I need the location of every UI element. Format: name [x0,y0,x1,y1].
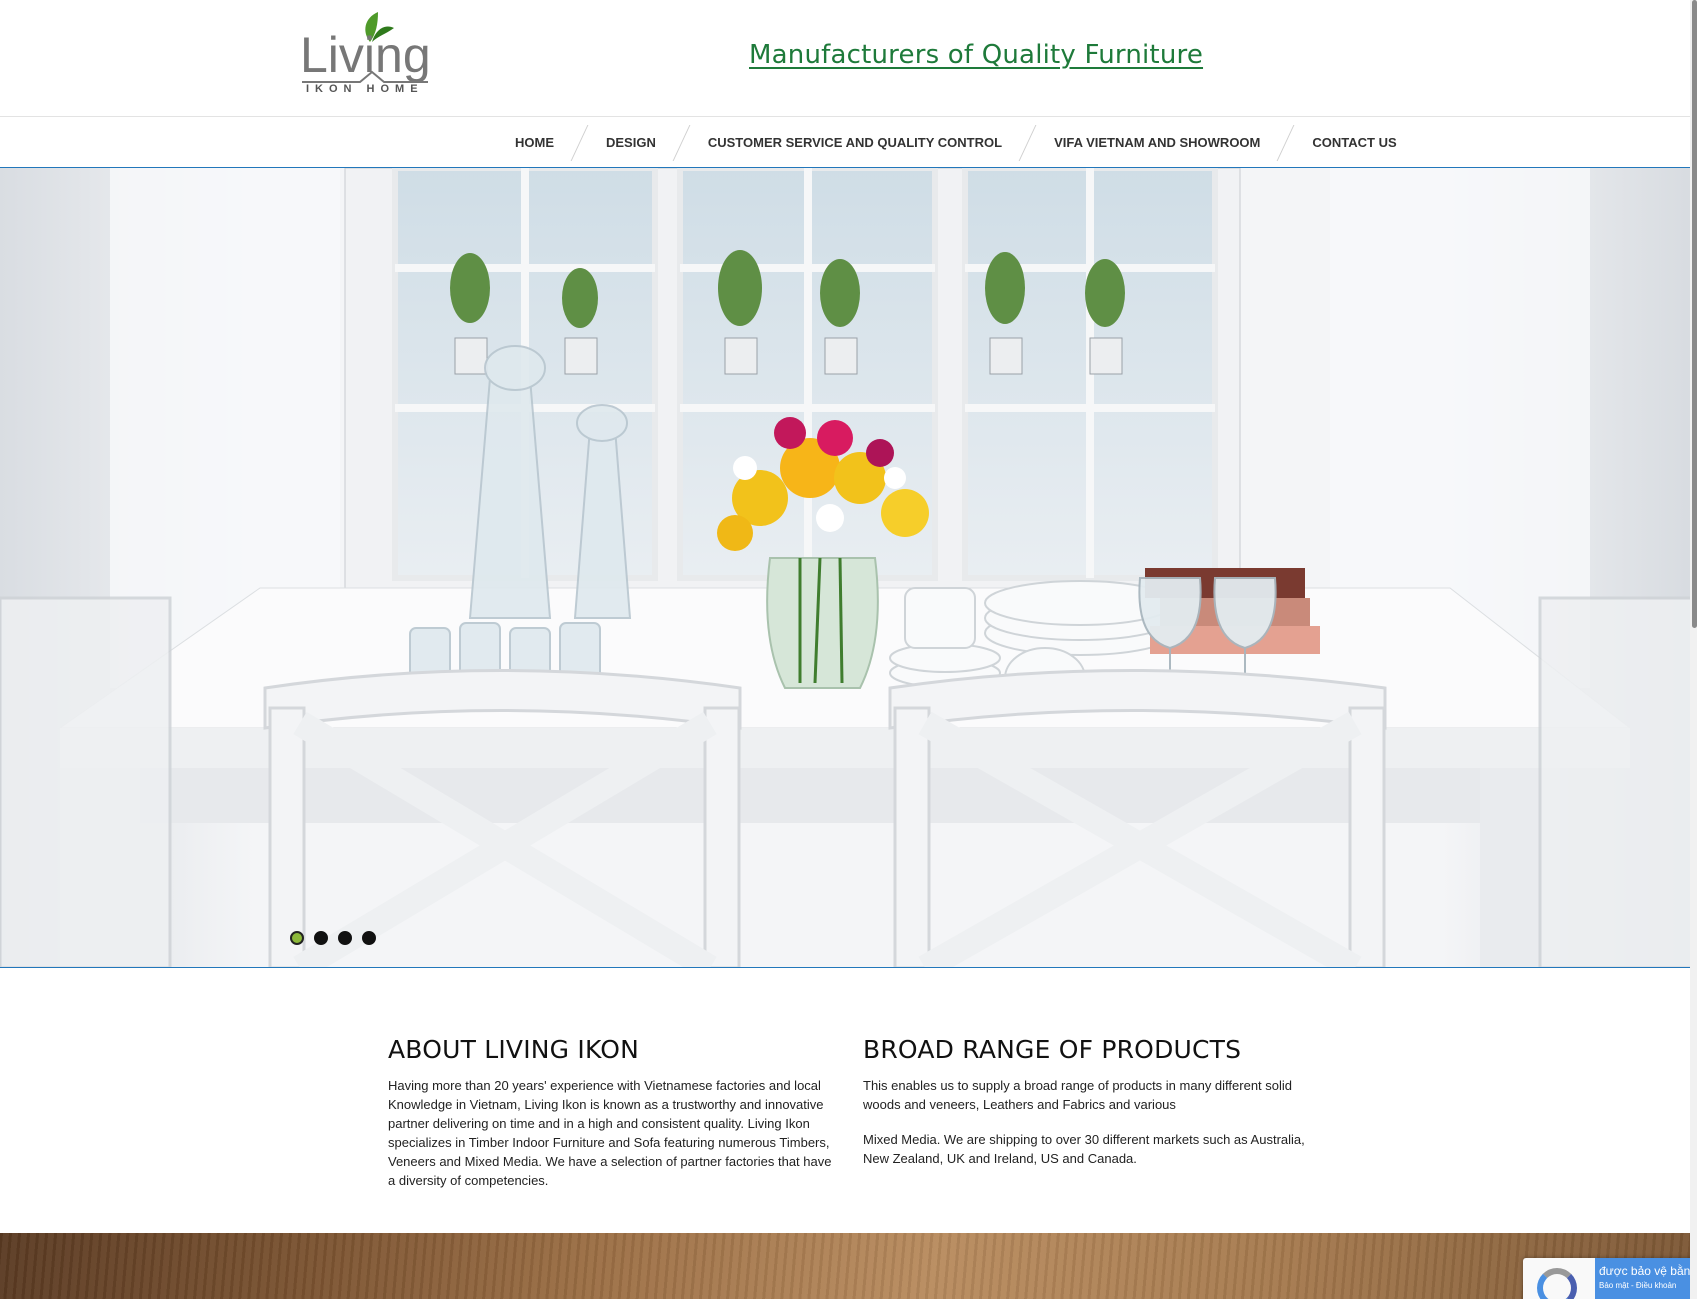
nav-item-design[interactable]: DESIGN [588,118,674,168]
intro-section: ABOUT LIVING IKON Having more than 20 ye… [0,969,1697,1233]
nav-separator [1020,125,1036,161]
recaptcha-badge[interactable]: được bảo vệ bằng Bảo mật - Điều khoản [1523,1258,1697,1299]
site-header: Living IKON HOME Manufacturers of Qualit… [0,0,1697,117]
nav-separator [572,125,588,161]
main-navigation: HOME DESIGN CUSTOMER SERVICE AND QUALITY… [0,118,1697,168]
house-icon [302,70,428,83]
logo-subtitle: IKON HOME [306,83,424,95]
nav-item-customer-service[interactable]: CUSTOMER SERVICE AND QUALITY CONTROL [690,118,1020,168]
slider-dot-3[interactable] [338,931,352,945]
slider-pagination [290,931,376,945]
products-paragraph-1: This enables us to supply a broad range … [863,1078,1293,1112]
nav-item-home[interactable]: HOME [497,118,572,168]
products-column: BROAD RANGE OF PRODUCTS This enables us … [863,1035,1313,1168]
products-title: BROAD RANGE OF PRODUCTS [863,1035,1242,1064]
hero-slider[interactable] [0,168,1697,968]
about-title: ABOUT LIVING IKON [388,1035,639,1064]
slider-dot-1[interactable] [290,931,304,945]
nav-item-vifa-showroom[interactable]: VIFA VIETNAM AND SHOWROOM [1036,118,1278,168]
about-column: ABOUT LIVING IKON Having more than 20 ye… [388,1035,838,1190]
slider-dot-2[interactable] [314,931,328,945]
tagline[interactable]: Manufacturers of Quality Furniture [749,40,1203,70]
recaptcha-text: được bảo vệ bằng Bảo mật - Điều khoản [1595,1258,1697,1299]
nav-separator [674,125,690,161]
recaptcha-links[interactable]: Bảo mật - Điều khoản [1599,1281,1697,1290]
hero-image [0,168,1697,967]
nav-item-contact-us[interactable]: CONTACT US [1294,118,1414,168]
slider-dot-4[interactable] [362,931,376,945]
recaptcha-icon [1537,1268,1577,1299]
recaptcha-protected-label: được bảo vệ bằng [1599,1264,1697,1278]
wood-grain-texture [0,1233,1697,1299]
wood-floor-banner [0,1233,1697,1299]
scrollbar-thumb[interactable] [1692,0,1697,628]
about-body: Having more than 20 years' experience wi… [388,1078,832,1188]
products-paragraph-2: Mixed Media. We are shipping to over 30 … [863,1132,1305,1166]
living-ikon-home-logo[interactable]: Living IKON HOME [300,6,432,100]
nav-separator [1278,125,1294,161]
